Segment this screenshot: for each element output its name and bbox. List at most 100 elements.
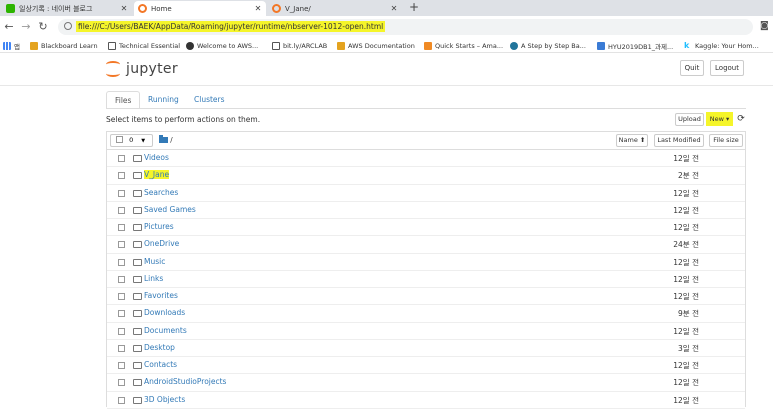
file-row[interactable]: Downloads 9분 전	[107, 305, 745, 323]
row-checkbox[interactable]	[118, 379, 125, 387]
row-checkbox[interactable]	[118, 241, 125, 249]
file-modified: 12일 전	[673, 205, 699, 215]
tab-running[interactable]: Running	[140, 91, 187, 109]
file-name-link[interactable]: Saved Games	[144, 205, 196, 214]
select-all-checkbox[interactable]	[116, 136, 123, 143]
close-tab-icon[interactable]: ✕	[253, 4, 263, 13]
row-checkbox[interactable]	[118, 293, 125, 300]
file-row[interactable]: Documents 12일 전	[107, 323, 745, 340]
file-name-link[interactable]: Pictures	[144, 222, 174, 231]
row-checkbox[interactable]	[118, 275, 125, 283]
row-checkbox[interactable]	[118, 396, 125, 404]
address-bar[interactable]: file:///C:/Users/BAEK/AppData/Roaming/ju…	[58, 19, 753, 35]
file-name-link[interactable]: Links	[144, 274, 163, 283]
row-checkbox[interactable]	[118, 362, 125, 369]
row-checkbox[interactable]	[118, 206, 125, 214]
sort-by-file-size-button[interactable]: File size	[709, 134, 743, 147]
file-name-link[interactable]: Music	[144, 257, 165, 266]
file-name-link[interactable]: Videos	[144, 153, 169, 162]
file-row[interactable]: Music 12일 전	[107, 254, 745, 271]
bookmark-bitly-arclab[interactable]: bit.ly/ARCLAB	[272, 40, 327, 51]
file-name-link[interactable]: Downloads	[144, 308, 185, 317]
apps-grid-icon	[3, 41, 11, 50]
bookmark-label: 앱	[14, 42, 20, 51]
row-checkbox[interactable]	[118, 327, 125, 335]
file-name-link[interactable]: AndroidStudioProjects	[144, 377, 226, 386]
file-list-header: 0 ▼ / Name ⬆ Last Modified File size	[107, 132, 745, 150]
bookmark-aws-documentation[interactable]: AWS Documentation	[337, 40, 415, 51]
file-name-link[interactable]: V_Jane	[144, 170, 170, 180]
jupyter-logo[interactable]: jupyter	[106, 59, 178, 79]
select-all-dropdown[interactable]: 0 ▼	[110, 134, 153, 147]
file-modified: 12일 전	[673, 188, 699, 198]
refresh-icon[interactable]: ⟳	[735, 113, 747, 126]
file-row[interactable]: Saved Games 12일 전	[107, 202, 745, 219]
folder-icon	[133, 293, 142, 300]
back-icon[interactable]: ←	[2, 19, 16, 35]
bookmark-kaggle[interactable]: k Kaggle: Your Hom...	[684, 40, 759, 51]
file-row[interactable]: AndroidStudioProjects 12일 전	[107, 374, 745, 392]
caret-down-icon: ▼	[141, 138, 146, 144]
row-checkbox[interactable]	[118, 224, 125, 231]
file-name-link[interactable]: Favorites	[144, 291, 178, 300]
breadcrumb[interactable]: /	[159, 135, 173, 144]
forward-icon[interactable]: →	[19, 19, 33, 35]
browser-tab-home[interactable]: Home ✕	[134, 1, 266, 16]
row-checkbox[interactable]	[118, 155, 125, 162]
document-icon	[272, 41, 280, 50]
file-row[interactable]: V_Jane 2분 전	[107, 167, 745, 185]
file-row[interactable]: Links 12일 전	[107, 271, 745, 288]
tab-files[interactable]: Files	[106, 91, 140, 109]
bookmark-technical-essential[interactable]: Technical Essential	[108, 40, 180, 51]
sort-by-last-modified-button[interactable]: Last Modified	[654, 134, 704, 147]
browser-tab-v-jane[interactable]: V_Jane/ ✕	[268, 1, 402, 16]
quit-button[interactable]: Quit	[680, 60, 704, 76]
reload-icon[interactable]: ↻	[36, 19, 50, 35]
bookmark-apps[interactable]: 앱	[3, 40, 20, 51]
folder-icon	[133, 362, 142, 369]
row-checkbox[interactable]	[118, 258, 125, 266]
folder-icon	[133, 379, 142, 387]
row-checkbox[interactable]	[118, 310, 125, 318]
new-tab-button[interactable]: +	[407, 1, 421, 15]
file-row[interactable]: Pictures 12일 전	[107, 219, 745, 237]
file-name-link[interactable]: 3D Objects	[144, 395, 185, 404]
file-row[interactable]: Videos 12일 전	[107, 150, 745, 168]
bookmark-blackboard[interactable]: Blackboard Learn	[30, 40, 98, 51]
logout-button[interactable]: Logout	[710, 60, 744, 76]
sort-by-name-button[interactable]: Name ⬆	[616, 134, 648, 147]
row-checkbox[interactable]	[118, 172, 125, 180]
file-row[interactable]: Searches 12일 전	[107, 185, 745, 202]
bookmark-hyu2019db1[interactable]: HYU2019DB1_과제...	[597, 40, 673, 51]
close-tab-icon[interactable]: ✕	[389, 4, 399, 13]
bookmark-label: Quick Starts – Ama...	[435, 41, 504, 50]
browser-tab-naver-blog[interactable]: 일상기록 : 네이버 블로그 ✕	[2, 1, 132, 16]
camera-icon[interactable]: ◙	[760, 21, 769, 31]
bookmark-step-by-step[interactable]: A Step by Step Ba...	[510, 40, 586, 51]
row-checkbox[interactable]	[118, 189, 125, 197]
file-row[interactable]: Desktop 3일 전	[107, 340, 745, 357]
bookmark-welcome-aws[interactable]: Welcome to AWS...	[186, 40, 258, 51]
folder-icon	[133, 206, 142, 214]
file-row[interactable]: Contacts 12일 전	[107, 357, 745, 375]
bookmark-label: AWS Documentation	[348, 41, 415, 50]
close-tab-icon[interactable]: ✕	[119, 4, 129, 13]
row-checkbox[interactable]	[118, 344, 125, 352]
file-modified: 2분 전	[678, 171, 699, 181]
bookmark-quick-starts[interactable]: Quick Starts – Ama...	[424, 40, 503, 51]
file-name-link[interactable]: Documents	[144, 326, 187, 335]
file-name-link[interactable]: Contacts	[144, 360, 177, 369]
bookmark-label: bit.ly/ARCLAB	[283, 41, 328, 50]
file-row[interactable]: Favorites 12일 전	[107, 288, 745, 306]
globe-icon	[64, 22, 72, 30]
file-name-link[interactable]: OneDrive	[144, 239, 179, 248]
upload-button[interactable]: Upload	[675, 113, 704, 126]
breadcrumb-root: /	[170, 136, 173, 144]
tab-clusters[interactable]: Clusters	[186, 91, 233, 109]
file-name-link[interactable]: Desktop	[144, 343, 175, 352]
new-dropdown-button[interactable]: New ▾	[706, 112, 733, 126]
file-name-link[interactable]: Searches	[144, 188, 178, 197]
folder-icon	[133, 275, 142, 283]
file-row[interactable]: OneDrive 24분 전	[107, 236, 745, 254]
file-row[interactable]: 3D Objects 12일 전	[107, 392, 745, 409]
